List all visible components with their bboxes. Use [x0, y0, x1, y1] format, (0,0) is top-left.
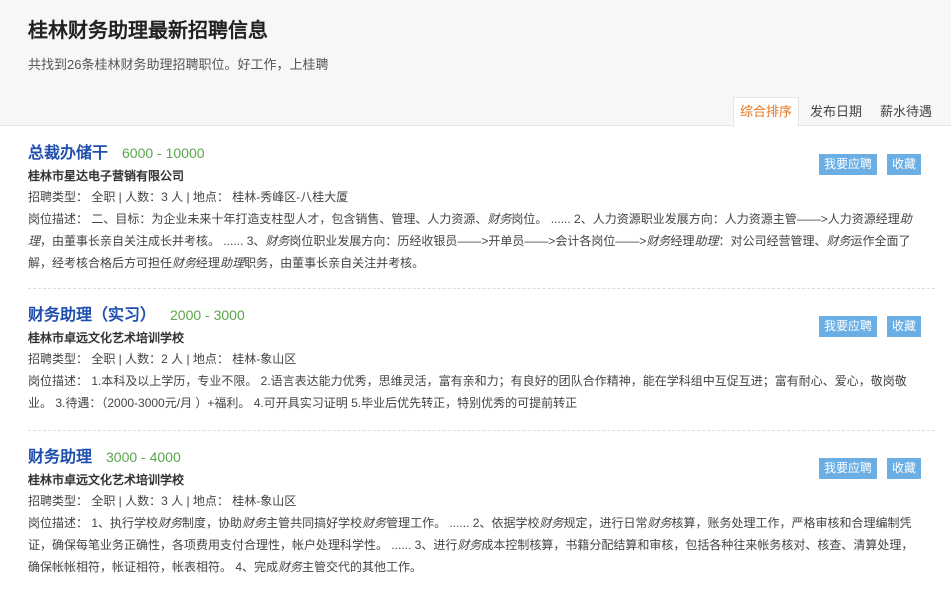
result-summary: 共找到26条桂林财务助理招聘职位。好工作，上桂聘 — [28, 57, 329, 72]
job-head: 财务助理（实习） 2000 - 3000 — [28, 303, 935, 329]
desc-text: 主管交代的其他工作。 — [302, 560, 423, 574]
job-description: 岗位描述： 1.本科及以上学历，专业不限。 2.语言表达能力优秀，思维灵活，富有… — [28, 370, 923, 414]
company-name: 桂林市卓远文化艺术培训学校 — [28, 331, 185, 345]
apply-button[interactable]: 我要应聘 — [818, 154, 877, 175]
desc-text: 职务，由董事长亲自关注并考核。 — [244, 256, 425, 270]
tab-sort-comprehensive[interactable]: 综合排序 — [732, 97, 799, 127]
job-title-link[interactable]: 财务助理 — [28, 446, 92, 470]
desc-text: 岗位职业发展方向：历经收银员——>开单员——>会计各岗位——> — [289, 234, 647, 248]
desc-text: 经理 — [196, 256, 221, 270]
desc-text: 制度，协助 — [182, 516, 243, 530]
page-title: 桂林财务助理最新招聘信息 — [28, 20, 268, 42]
keyword-highlight: 财务 — [242, 516, 267, 530]
desc-text: 经理 — [670, 234, 695, 248]
job-salary: 3000 - 4000 — [106, 449, 181, 465]
job-salary: 6000 - 10000 — [122, 145, 205, 161]
favorite-button[interactable]: 收藏 — [886, 458, 921, 479]
keyword-highlight: 财务 — [278, 560, 303, 574]
job-head: 财务助理 3000 - 4000 — [28, 445, 935, 471]
sort-tabs: 综合排序 发布日期 薪水待遇 — [729, 97, 939, 127]
job-actions: 我要应聘 收藏 — [809, 316, 921, 337]
desc-text: ：对公司经营管理、 — [718, 234, 827, 248]
job-meta: 招聘类型： 全职 | 人数：3 人 | 地点： 桂林-象山区 — [28, 494, 297, 508]
keyword-highlight: 助理 — [220, 256, 245, 270]
keyword-highlight: 财务 — [487, 212, 512, 226]
desc-text: 岗位。 ...... 2、人力资源职业发展方向：人力资源主管——>人力资源经理 — [511, 212, 900, 226]
job-item: 总裁办储干 6000 - 10000 桂林市星达电子营销有限公司 招聘类型： 全… — [28, 127, 935, 289]
apply-button[interactable]: 我要应聘 — [818, 458, 877, 479]
job-actions: 我要应聘 收藏 — [809, 154, 921, 175]
job-item: 财务助理（实习） 2000 - 3000 桂林市卓远文化艺术培训学校 招聘类型：… — [28, 289, 935, 431]
desc-text: 岗位描述： 二、目标：为企业未来十年打造支柱型人才，包含销售、管理、人力资源、 — [28, 212, 488, 226]
apply-button[interactable]: 我要应聘 — [818, 316, 877, 337]
keyword-highlight: 助理 — [694, 234, 719, 248]
favorite-button[interactable]: 收藏 — [886, 316, 921, 337]
keyword-highlight: 财务 — [158, 516, 183, 530]
keyword-highlight: 财务 — [646, 234, 671, 248]
job-description: 岗位描述： 1、执行学校财务制度，协助财务主管共同搞好学校财务管理工作。 ...… — [28, 512, 923, 578]
favorite-button[interactable]: 收藏 — [886, 154, 921, 175]
company-name: 桂林市卓远文化艺术培训学校 — [28, 473, 185, 487]
job-meta: 招聘类型： 全职 | 人数：3 人 | 地点： 桂林-秀峰区-八桂大厦 — [28, 190, 349, 204]
keyword-highlight: 财务 — [172, 256, 197, 270]
desc-text: 岗位描述： 1.本科及以上学历，专业不限。 2.语言表达能力优秀，思维灵活，富有… — [28, 374, 907, 410]
company-name: 桂林市星达电子营销有限公司 — [28, 169, 185, 183]
keyword-highlight: 财务 — [265, 234, 290, 248]
tab-sort-salary[interactable]: 薪水待遇 — [873, 97, 939, 126]
desc-text: 规定，进行日常 — [563, 516, 648, 530]
tab-sort-date[interactable]: 发布日期 — [803, 97, 869, 126]
job-salary: 2000 - 3000 — [170, 307, 245, 323]
desc-text: 岗位描述： 1、执行学校 — [28, 516, 159, 530]
job-meta: 招聘类型： 全职 | 人数：2 人 | 地点： 桂林-象山区 — [28, 352, 297, 366]
keyword-highlight: 财务 — [539, 516, 564, 530]
job-head: 总裁办储干 6000 - 10000 — [28, 141, 935, 167]
job-title-link[interactable]: 总裁办储干 — [28, 142, 108, 166]
desc-text: ，由董事长亲自关注成长并考核。 ...... 3、 — [40, 234, 266, 248]
keyword-highlight: 财务 — [826, 234, 851, 248]
page-header: 桂林财务助理最新招聘信息 共找到26条桂林财务助理招聘职位。好工作，上桂聘 综合… — [0, 0, 951, 127]
job-title-link[interactable]: 财务助理（实习） — [28, 304, 156, 328]
keyword-highlight: 财务 — [647, 516, 672, 530]
desc-text: 管理工作。 ...... 2、依据学校 — [386, 516, 540, 530]
keyword-highlight: 财务 — [362, 516, 387, 530]
job-actions: 我要应聘 收藏 — [809, 458, 921, 479]
desc-text: 主管共同搞好学校 — [266, 516, 363, 530]
job-item: 财务助理 3000 - 4000 桂林市卓远文化艺术培训学校 招聘类型： 全职 … — [28, 431, 935, 594]
job-list: 总裁办储干 6000 - 10000 桂林市星达电子营销有限公司 招聘类型： 全… — [0, 127, 951, 594]
job-description: 岗位描述： 二、目标：为企业未来十年打造支柱型人才，包含销售、管理、人力资源、财… — [28, 208, 923, 274]
keyword-highlight: 财务 — [457, 538, 482, 552]
